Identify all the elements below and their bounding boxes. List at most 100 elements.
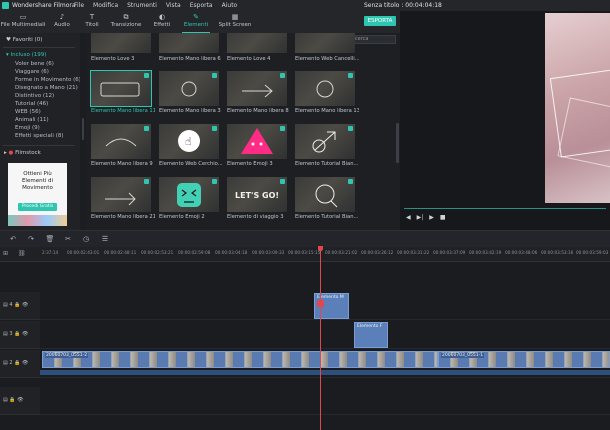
ruler-tick: 00:00:02:53:21 — [141, 250, 174, 255]
included-item[interactable]: ▾ Incluso (199) — [6, 51, 46, 59]
element-thumbnail — [227, 33, 287, 53]
menu-vista[interactable]: Vista — [166, 0, 181, 11]
heart-icon: ♥ — [6, 37, 13, 43]
sidebar-item-viaggare[interactable]: Viaggare (6) — [15, 68, 49, 76]
element-tile[interactable]: Elemento Emoji 3 — [227, 124, 287, 170]
ruler-tick: 00:00:03:53:16 — [541, 250, 574, 255]
download-icon — [212, 73, 217, 78]
element-tile[interactable]: Elemento Tutorial Bian... — [295, 124, 358, 170]
element-tile[interactable]: Elemento Mano libera 8 — [227, 71, 289, 117]
link-icon[interactable]: ⛓ — [18, 250, 26, 257]
element-thumbnail — [295, 33, 355, 53]
tab-titoli[interactable]: T Titoli — [80, 11, 104, 33]
grip-icon — [82, 118, 84, 140]
add-track-icon[interactable]: ⊞ — [3, 250, 8, 257]
preview-panel: ◀ ▶| ▶ ■ — [400, 11, 610, 230]
speed-icon[interactable]: ◷ — [81, 234, 91, 244]
element-tile[interactable]: Elemento Mano libera 21 — [91, 177, 155, 223]
sidebar-item-emoji[interactable]: Emoji (9) — [15, 124, 40, 132]
hand-drawn-graphic — [105, 192, 136, 206]
menu-strumenti[interactable]: Strumenti — [127, 0, 157, 11]
download-icon — [280, 126, 285, 131]
filmstock-promo-banner[interactable]: Ottieni Più Elementi di Movimento Proced… — [8, 163, 67, 226]
sidebar-item-effetti-speciali[interactable]: Effetti speciali (8) — [15, 132, 64, 140]
preview-progress-bar[interactable] — [404, 208, 606, 209]
redo-icon[interactable]: ↷ — [26, 234, 36, 244]
video-clip[interactable]: 20060703_0551-1 — [438, 351, 610, 368]
tab-transizione[interactable]: ⧉ Transizione — [108, 11, 144, 33]
ruler-tick: 00:00:03:42:19 — [469, 250, 502, 255]
emoji-graphic — [241, 128, 273, 154]
sidebar-item-tutorial[interactable]: Tutorial (46) — [15, 100, 48, 108]
track-lane-4[interactable]: Elemento M — [40, 292, 610, 320]
library-scrollbar[interactable] — [396, 123, 399, 163]
travel-graphic: LET'S GO! — [235, 191, 279, 200]
tab-elementi[interactable]: ✎ Elementi — [180, 11, 212, 33]
hand-drawn-graphic — [316, 80, 334, 98]
promo-cta-button[interactable]: Procedi Gratis — [18, 203, 57, 211]
lock-icon[interactable]: 🔒 — [14, 360, 20, 366]
element-tile[interactable]: Elemento Mano libera 13 — [295, 71, 359, 117]
adjust-icon[interactable]: ☰ — [100, 234, 110, 244]
timeline-ruler[interactable]: ⊞ ⛓ 2:37:14 00:00:02:43:01 00:00:02:48:1… — [0, 247, 610, 262]
ruler-tick: 00:00:03:48:06 — [505, 250, 538, 255]
menu-esporta[interactable]: Esporta — [190, 0, 213, 11]
element-tile[interactable]: Elemento Mano libera 3 — [159, 71, 221, 117]
element-tile[interactable]: Elemento Emoji 2 — [159, 177, 219, 223]
track-number: 2 — [9, 360, 13, 366]
ruler-tick: 00:00:02:59:08 — [178, 250, 211, 255]
eye-icon[interactable]: 👁 — [17, 397, 23, 403]
video-clip[interactable]: 20060703_0551-2 — [42, 351, 438, 368]
tab-effetti[interactable]: ◐ Effetti — [148, 11, 176, 33]
clip-label: 20060703_0551-1 — [441, 353, 485, 358]
sidebar-item-distintivo[interactable]: Distintivo (12) — [15, 92, 54, 100]
delete-icon[interactable]: 🗑 — [45, 234, 55, 244]
menu-file[interactable]: File — [74, 0, 84, 11]
lock-icon[interactable]: 🔒 — [14, 331, 20, 337]
element-tile-selected[interactable]: Elemento Mano libera 11 — [90, 70, 155, 117]
track-header-3: ▤ 3 🔒 👁 — [0, 321, 40, 349]
ruler-tick: 00:00:03:37:09 — [433, 250, 466, 255]
undo-icon[interactable]: ↶ — [8, 234, 18, 244]
play-icon[interactable]: ▶ — [429, 214, 434, 221]
menu-modifica[interactable]: Modifica — [93, 0, 118, 11]
sidebar-item-web[interactable]: WEB (56) — [15, 108, 41, 116]
element-tile[interactable]: Elemento Mano libera 9 — [91, 124, 153, 170]
eye-icon[interactable]: 👁 — [22, 331, 28, 337]
sidebar-item-animali[interactable]: Animali (11) — [15, 116, 49, 124]
tab-audio[interactable]: ♪ Audio — [50, 11, 74, 33]
tab-file-multimediali[interactable]: ▭ File Multimediali — [0, 11, 46, 33]
sidebar-item-voler-bene[interactable]: Voler bene (6) — [15, 60, 54, 68]
ruler-tick: 00:00:03:21:02 — [325, 250, 358, 255]
favorites-item[interactable]: ♥ Favoriti (0) — [6, 36, 42, 44]
playhead[interactable] — [320, 247, 321, 430]
track-header-2: ▤ 2 🔒 👁 — [0, 350, 40, 378]
menu-aiuto[interactable]: Aiuto — [222, 0, 238, 11]
download-icon — [144, 73, 149, 78]
sidebar-item-disegnato[interactable]: Disegnato a Mano (21) — [15, 84, 78, 92]
playback-controls: ◀ ▶| ▶ ■ — [406, 214, 446, 221]
element-tile[interactable]: LET'S GO! Elemento di viaggio 3 — [227, 177, 287, 223]
eye-icon[interactable]: 👁 — [22, 302, 28, 308]
element-tile[interactable]: ☝ Elemento Web Cerchio... — [159, 124, 223, 170]
stop-icon[interactable]: ■ — [440, 214, 446, 221]
lock-icon[interactable]: 🔒 — [9, 397, 15, 403]
eye-icon[interactable]: 👁 — [22, 360, 28, 366]
web-circle-graphic: ☝ — [178, 130, 200, 152]
cut-icon[interactable]: ✂ — [63, 234, 73, 244]
lock-icon[interactable]: 🔒 — [14, 302, 20, 308]
track-lane-1[interactable] — [40, 387, 610, 415]
step-back-icon[interactable]: ◀ — [406, 214, 411, 221]
tab-split-screen[interactable]: ▦ Split Screen — [216, 11, 254, 33]
audio-waveform[interactable] — [40, 370, 610, 375]
timeline-clip[interactable]: Elemento F — [354, 322, 388, 348]
ruler-tick: 2:37:14 — [42, 250, 59, 255]
divider — [3, 47, 75, 48]
element-tile[interactable]: Elemento Tutorial Bian... — [295, 177, 358, 223]
filmstock-item[interactable]: ▸ ● Filmstock — [4, 149, 41, 157]
export-button[interactable]: ESPORTA — [364, 16, 396, 26]
step-forward-icon[interactable]: ▶| — [417, 214, 424, 221]
promo-line-1: Ottieni Più — [23, 171, 52, 177]
sidebar-item-forme[interactable]: Forme in Movimento (6) — [15, 76, 81, 84]
track-lane-3[interactable]: Elemento F — [40, 321, 610, 349]
